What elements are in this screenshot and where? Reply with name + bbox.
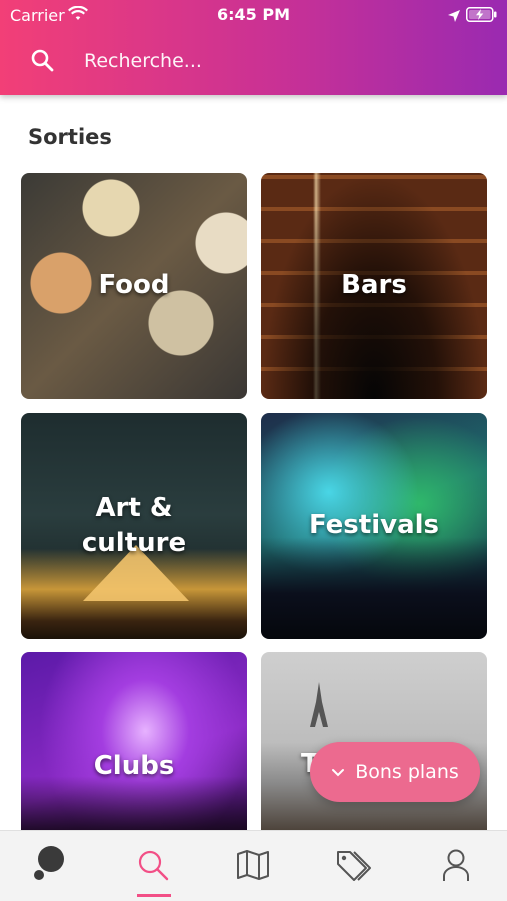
tab-profile[interactable] — [436, 847, 476, 887]
category-art-culture[interactable]: Art & culture — [21, 413, 247, 639]
tab-home[interactable] — [30, 845, 70, 889]
chevron-down-icon — [331, 763, 345, 782]
category-festivals[interactable]: Festivals — [261, 413, 487, 639]
app-header: Carrier 6:45 PM — [0, 0, 507, 95]
category-label: Festivals — [308, 510, 440, 541]
battery-charging-icon — [466, 7, 498, 26]
location-arrow-icon — [447, 8, 461, 27]
bons-plans-button[interactable]: Bons plans — [310, 742, 480, 802]
tab-map[interactable] — [233, 847, 273, 887]
eiffel-tower-illustration — [310, 682, 328, 727]
status-time: 6:45 PM — [216, 5, 290, 24]
bons-plans-label: Bons plans — [355, 761, 459, 783]
profile-blob-icon — [33, 845, 67, 889]
search-icon — [136, 848, 170, 886]
tags-icon — [334, 848, 372, 886]
user-icon — [441, 848, 471, 886]
tab-deals[interactable] — [333, 847, 373, 887]
status-bar: Carrier 6:45 PM — [0, 0, 507, 30]
category-bars[interactable]: Bars — [261, 173, 487, 399]
category-label: Bars — [341, 270, 407, 301]
tab-bar — [0, 830, 507, 901]
map-icon — [236, 849, 270, 885]
category-label: Art & culture — [81, 492, 187, 558]
category-label: Clubs — [93, 751, 175, 782]
tab-search[interactable] — [133, 847, 173, 887]
active-tab-indicator — [137, 894, 171, 897]
search-input[interactable] — [84, 46, 444, 76]
category-label: Food — [98, 270, 170, 301]
category-food[interactable]: Food — [21, 173, 247, 399]
search-icon[interactable] — [30, 48, 54, 76]
section-title: Sorties — [28, 125, 112, 149]
